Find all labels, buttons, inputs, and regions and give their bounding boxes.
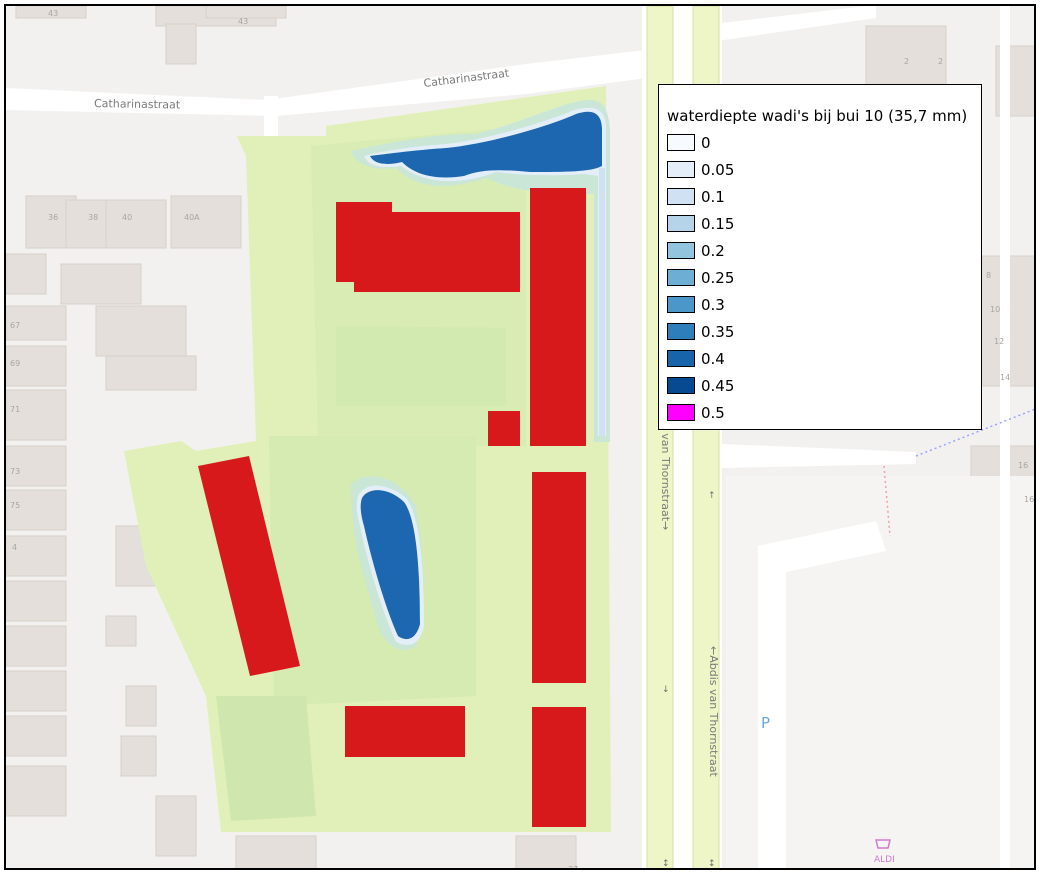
svg-text:16: 16 [1018,461,1028,470]
legend-swatch [667,377,695,394]
legend-item: 0.15 [667,210,981,237]
legend-item: 0.5 [667,399,981,426]
legend-swatch [667,323,695,340]
svg-text:43: 43 [238,17,248,26]
svg-text:37: 37 [568,865,578,870]
svg-text:69: 69 [10,359,20,368]
street-label-abdis-left: s van Thornstraat→ [659,424,672,530]
svg-text:67: 67 [10,321,20,330]
legend-swatch [667,404,695,421]
street-label-abdis-right: ←Abdis van Thornstraat [707,646,720,777]
legend-swatch [667,134,695,151]
svg-text:40: 40 [122,213,132,222]
legend-swatch [667,269,695,286]
legend-item: 0 [667,129,981,156]
svg-text:↕: ↕ [708,859,716,869]
legend-label: 0.05 [701,160,735,179]
legend-swatch [667,161,695,178]
legend-item: 0.35 [667,318,981,345]
legend-label: 0.1 [701,187,725,206]
basemap-areas [726,476,1034,868]
legend-item: 0.25 [667,264,981,291]
svg-text:8: 8 [986,271,991,280]
svg-text:16: 16 [1024,495,1034,504]
parking-label: P [761,714,770,732]
svg-text:4: 4 [12,543,17,552]
svg-text:10: 10 [990,305,1000,314]
map-view[interactable]: Catharinastraat Catharinastraat s van Th… [4,4,1036,870]
svg-text:75: 75 [10,501,20,510]
svg-text:↕: ↕ [662,859,670,869]
legend-swatch [667,215,695,232]
legend-label: 0.5 [701,403,725,422]
legend-item: 0.1 [667,183,981,210]
svg-text:71: 71 [10,405,20,414]
svg-text:2: 2 [938,57,943,66]
legend-item: 0.4 [667,345,981,372]
legend-item: 0.05 [667,156,981,183]
legend-label: 0.3 [701,295,725,314]
legend-rows: 0 0.05 0.1 0.15 0.2 0.25 0.3 0.35 0.4 0.… [667,129,981,426]
legend-label: 0.25 [701,268,735,287]
svg-text:12: 12 [994,337,1004,346]
legend-label: 0.35 [701,322,735,341]
legend-label: 0.4 [701,349,725,368]
svg-text:43: 43 [48,9,58,18]
aldi-label: ALDI [874,855,895,865]
legend-swatch [667,296,695,313]
street-label-catharinastraat: Catharinastraat [94,97,181,112]
legend-label: 0.2 [701,241,725,260]
legend-item: 0.3 [667,291,981,318]
svg-text:73: 73 [10,467,20,476]
svg-text:14: 14 [1000,373,1010,382]
legend-label: 0.15 [701,214,735,233]
svg-text:38: 38 [88,213,98,222]
legend-swatch [667,242,695,259]
legend-swatch [667,188,695,205]
legend-item: 0.2 [667,237,981,264]
legend-title: waterdiepte wadi's bij bui 10 (35,7 mm) [667,107,968,125]
svg-text:↓: ↓ [662,685,670,695]
svg-text:40A: 40A [184,213,200,222]
legend-label: 0.45 [701,376,735,395]
legend-swatch [667,350,695,367]
svg-text:36: 36 [48,213,58,222]
legend-item: 0.45 [667,372,981,399]
svg-text:↑: ↑ [708,491,716,501]
legend-label: 0 [701,133,711,152]
svg-text:2: 2 [904,57,909,66]
legend-panel: waterdiepte wadi's bij bui 10 (35,7 mm) … [658,84,982,430]
